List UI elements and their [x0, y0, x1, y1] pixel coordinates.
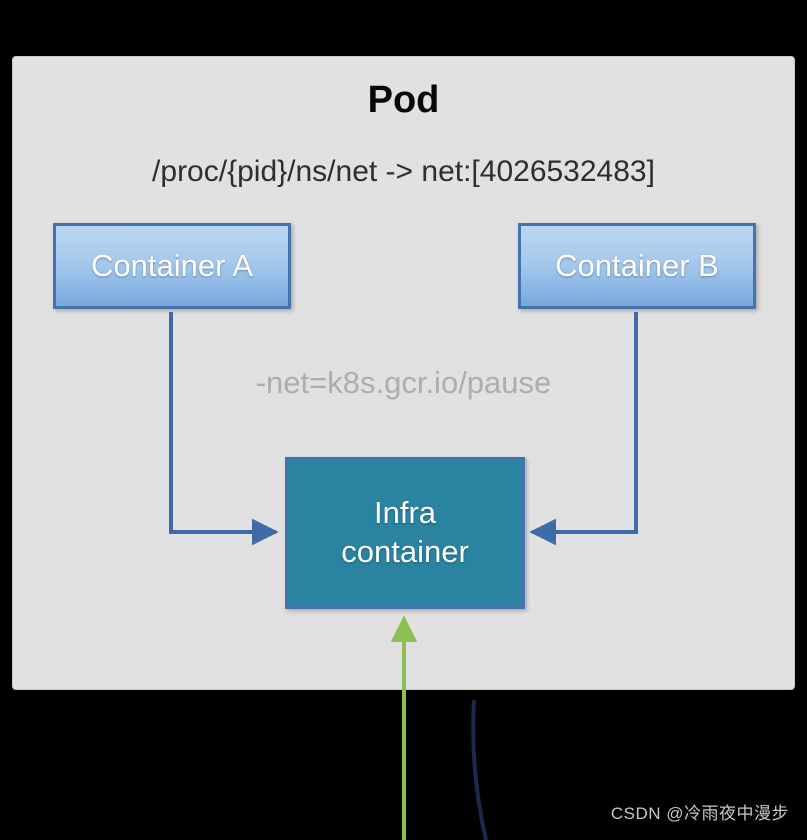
- net-hint-text: -net=k8s.gcr.io/pause: [13, 365, 794, 401]
- container-a-box: Container A: [53, 223, 291, 309]
- container-b-label: Container B: [555, 248, 719, 284]
- container-a-label: Container A: [91, 248, 253, 284]
- container-b-box: Container B: [518, 223, 756, 309]
- curve-decoration: [473, 700, 486, 840]
- infra-container-box: Infra container: [285, 457, 525, 609]
- diagram-title: Pod: [13, 79, 794, 122]
- namespace-path-text: /proc/{pid}/ns/net -> net:[4026532483]: [13, 155, 794, 189]
- watermark-text: CSDN @冷雨夜中漫步: [611, 799, 789, 824]
- infra-container-label: Infra container: [341, 494, 469, 572]
- pod-panel: Pod /proc/{pid}/ns/net -> net:[402653248…: [12, 56, 795, 690]
